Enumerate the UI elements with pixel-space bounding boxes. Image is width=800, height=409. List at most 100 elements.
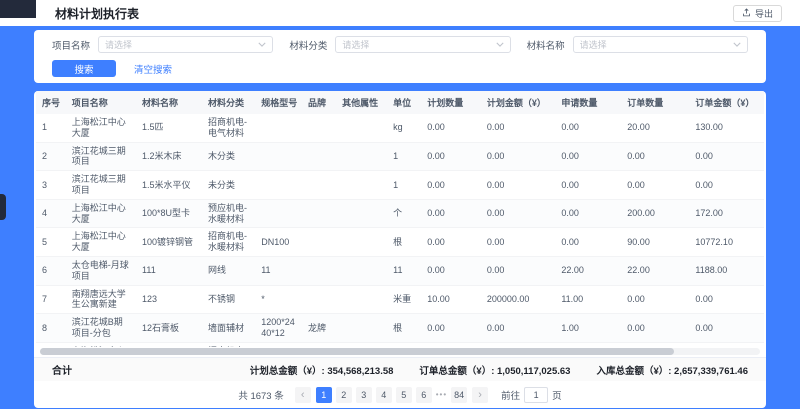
page-title: 材料计划执行表 bbox=[55, 5, 139, 22]
table-cell bbox=[255, 342, 302, 347]
table-cell bbox=[336, 256, 387, 285]
filter-label: 材料分类 bbox=[289, 38, 327, 52]
summary-total-label: 计划总金额（¥）: bbox=[250, 366, 328, 377]
table-cell: 滨江花城B期项目-分包 bbox=[66, 314, 136, 343]
table-row[interactable]: 1上海松江中心大厦1.5匹招商机电-电气材料kg0.000.000.0020.0… bbox=[36, 114, 764, 142]
total-count: 共 1673 条 bbox=[238, 388, 283, 402]
materials-table: 序号项目名称材料名称材料分类规格型号品牌其他属性单位计划数量计划金额（¥）申请数… bbox=[36, 91, 764, 347]
table-cell: 米重 bbox=[387, 285, 421, 314]
table-cell: 根 bbox=[387, 314, 421, 343]
table-cell: 滨江花城三期项目 bbox=[66, 142, 136, 171]
material-category-select[interactable]: 请选择 bbox=[335, 36, 510, 53]
export-button[interactable]: 导出 bbox=[733, 5, 782, 22]
table-row[interactable]: 7南翔唐远大学生公寓新建123不锈钢*米重10.00200000.0011.00… bbox=[36, 285, 764, 314]
table-row[interactable]: 3滨江花城三期项目1.5米水平仪未分类10.000.000.000.000.00 bbox=[36, 171, 764, 200]
filter-material-name: 材料名称 请选择 bbox=[527, 36, 748, 53]
table-cell: 0.00 bbox=[481, 114, 556, 142]
app-frame-corner bbox=[0, 0, 36, 18]
table-cell: 6 bbox=[36, 256, 66, 285]
table-cell: 156.80 bbox=[689, 342, 764, 347]
table-cell: 0.00 bbox=[555, 114, 621, 142]
table-cell: 预应机电-水暖材料 bbox=[202, 199, 255, 228]
page-button-84[interactable]: 84 bbox=[451, 387, 467, 403]
table-cell: 0.00 bbox=[689, 142, 764, 171]
table-cell: 0.00 bbox=[421, 256, 481, 285]
table-cell bbox=[336, 199, 387, 228]
table-row[interactable]: 9上海松江中心大厦150*10U型卡招商机电-水暖材料个0.000.000.00… bbox=[36, 342, 764, 347]
table-cell bbox=[255, 199, 302, 228]
table-scroll-area[interactable]: 序号项目名称材料名称材料分类规格型号品牌其他属性单位计划数量计划金额（¥）申请数… bbox=[34, 91, 766, 347]
page-button-3[interactable]: 3 bbox=[356, 387, 372, 403]
table-row[interactable]: 4上海松江中心大厦100*8U型卡预应机电-水暖材料个0.000.000.002… bbox=[36, 199, 764, 228]
summary-total: 入库总金额（¥）: 2,657,339,761.46 bbox=[596, 363, 748, 377]
column-header: 订单金额（¥） bbox=[689, 91, 764, 114]
table-cell: 200.00 bbox=[621, 199, 689, 228]
table-cell: 150*10U型卡 bbox=[136, 342, 202, 347]
table-cell: 0.00 bbox=[421, 199, 481, 228]
page-button-5[interactable]: 5 bbox=[396, 387, 412, 403]
summary-total-value: 354,568,213.58 bbox=[327, 366, 393, 377]
table-cell bbox=[336, 314, 387, 343]
table-cell: DN100 bbox=[255, 228, 302, 257]
table-cell: 招商机电-电气材料 bbox=[202, 114, 255, 142]
sidebar-handle[interactable] bbox=[0, 194, 6, 220]
pagination-next-icon[interactable]: › bbox=[472, 387, 488, 403]
table-cell: 10772.10 bbox=[689, 228, 764, 257]
select-placeholder: 请选择 bbox=[105, 38, 258, 51]
column-header: 计划金额（¥） bbox=[481, 91, 556, 114]
export-button-label: 导出 bbox=[755, 7, 773, 20]
table-cell: 0.00 bbox=[421, 142, 481, 171]
table-row[interactable]: 5上海松江中心大厦100镀锌钢管招商机电-水暖材料DN100根0.000.000… bbox=[36, 228, 764, 257]
results-table-card: 序号项目名称材料名称材料分类规格型号品牌其他属性单位计划数量计划金额（¥）申请数… bbox=[34, 91, 766, 408]
filter-panel: 项目名称 请选择 材料分类 请选择 材料名称 请选择 搜索 清空搜索 bbox=[34, 30, 766, 83]
material-name-select[interactable]: 请选择 bbox=[573, 36, 748, 53]
table-row[interactable]: 2滨江花城三期项目1.2米木床木分类10.000.000.000.000.00 bbox=[36, 142, 764, 171]
table-cell: 172.00 bbox=[689, 199, 764, 228]
table-row[interactable]: 8滨江花城B期项目-分包12石膏板墙面辅材1200*2440*12龙牌根0.00… bbox=[36, 314, 764, 343]
summary-total: 计划总金额（¥）: 354,568,213.58 bbox=[250, 363, 394, 377]
project-name-select[interactable]: 请选择 bbox=[98, 36, 273, 53]
table-cell: 200000.00 bbox=[481, 285, 556, 314]
clear-search-button[interactable]: 清空搜索 bbox=[134, 62, 172, 76]
goto-page-input[interactable] bbox=[524, 387, 548, 403]
select-placeholder: 请选择 bbox=[580, 38, 733, 51]
table-cell: 滨江花城三期项目 bbox=[66, 171, 136, 200]
table-cell bbox=[336, 285, 387, 314]
pagination-prev-icon[interactable]: ‹ bbox=[295, 387, 311, 403]
page-button-6[interactable]: 6 bbox=[416, 387, 432, 403]
page-button-4[interactable]: 4 bbox=[376, 387, 392, 403]
table-cell bbox=[302, 285, 336, 314]
horizontal-scrollbar-thumb[interactable] bbox=[40, 348, 674, 355]
table-cell: 招商机电-水暖材料 bbox=[202, 342, 255, 347]
table-cell: 墙面辅材 bbox=[202, 314, 255, 343]
page-button-2[interactable]: 2 bbox=[336, 387, 352, 403]
table-cell: 太仓电梯-月球项目 bbox=[66, 256, 136, 285]
table-cell bbox=[336, 342, 387, 347]
table-cell: 0.00 bbox=[555, 228, 621, 257]
horizontal-scrollbar-track[interactable] bbox=[40, 348, 760, 355]
page-button-1[interactable]: 1 bbox=[316, 387, 332, 403]
table-cell: 个 bbox=[387, 342, 421, 347]
filter-label: 材料名称 bbox=[527, 38, 565, 52]
table-cell: 12石膏板 bbox=[136, 314, 202, 343]
table-row[interactable]: 6太仓电梯-月球项目111网线11110.000.0022.0022.00118… bbox=[36, 256, 764, 285]
summary-total: 订单总金额（¥）: 1,050,117,025.63 bbox=[419, 363, 570, 377]
table-cell: 招商机电-水暖材料 bbox=[202, 228, 255, 257]
table-cell: 11 bbox=[387, 256, 421, 285]
table-cell: 0.00 bbox=[481, 171, 556, 200]
summary-total-label: 入库总金额（¥）: bbox=[596, 366, 674, 377]
table-cell: 2 bbox=[36, 142, 66, 171]
page-buttons: 123456•••84 bbox=[316, 387, 467, 403]
column-header: 订单数量 bbox=[621, 91, 689, 114]
table-cell: 0.00 bbox=[555, 171, 621, 200]
table-cell: 111 bbox=[136, 256, 202, 285]
table-cell bbox=[336, 114, 387, 142]
table-cell: 0.00 bbox=[621, 171, 689, 200]
column-header: 品牌 bbox=[302, 91, 336, 114]
table-cell bbox=[302, 199, 336, 228]
table-cell: 上海松江中心大厦 bbox=[66, 199, 136, 228]
summary-row: 合计 计划总金额（¥）: 354,568,213.58订单总金额（¥）: 1,0… bbox=[34, 357, 766, 381]
table-cell: 上海松江中心大厦 bbox=[66, 342, 136, 347]
table-cell bbox=[302, 114, 336, 142]
search-button[interactable]: 搜索 bbox=[52, 60, 116, 77]
